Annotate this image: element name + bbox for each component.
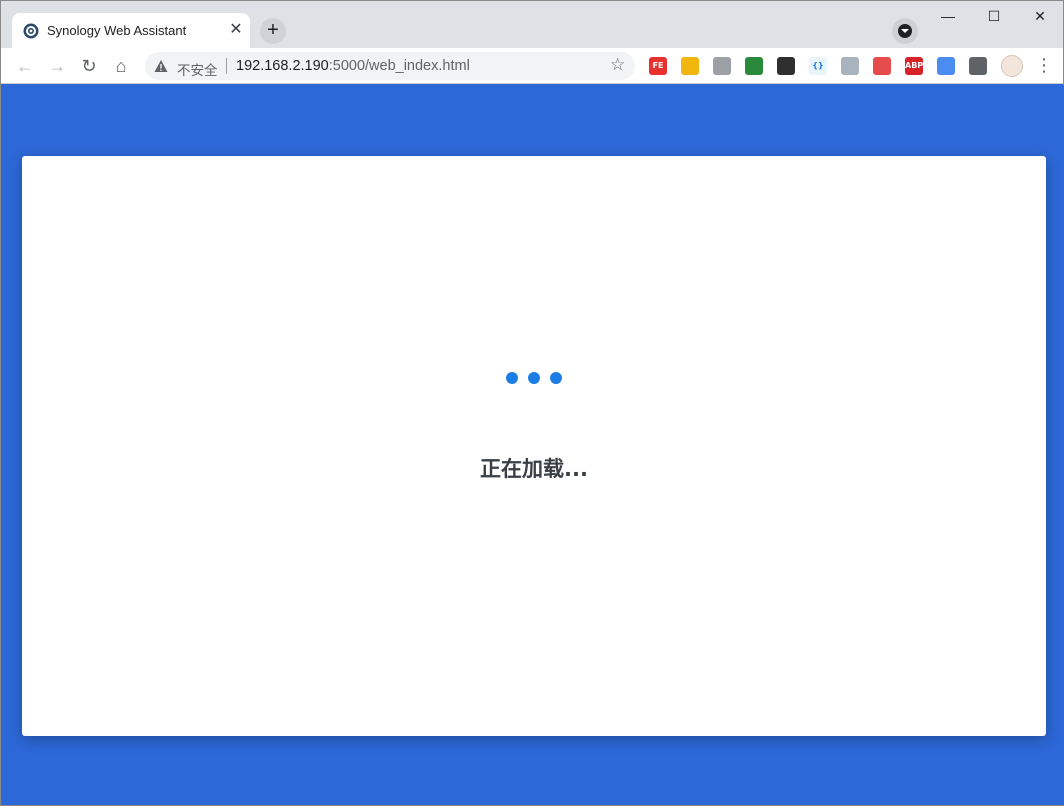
back-button[interactable]: ← — [13, 54, 37, 78]
close-window-button[interactable]: ✕ — [1017, 5, 1063, 27]
tab-search-button[interactable] — [892, 18, 918, 44]
loading-spinner — [506, 372, 566, 384]
chevron-down-icon — [898, 24, 912, 38]
image-extension[interactable] — [841, 57, 859, 75]
url-path: :5000/web_index.html — [328, 58, 470, 74]
bookmark-star-icon[interactable]: ☆ — [610, 55, 625, 75]
photo-red-extension[interactable] — [873, 57, 891, 75]
tampermonkey-cat-extension[interactable] — [681, 57, 699, 75]
json-extension[interactable]: {} — [809, 57, 827, 75]
loading-dot — [528, 372, 540, 384]
page-content: 正在加载... — [2, 85, 1064, 805]
globe-extension[interactable] — [745, 57, 763, 75]
home-button[interactable]: ⌂ — [109, 54, 133, 78]
loading-card: 正在加载... — [22, 156, 1046, 736]
forward-button[interactable]: → — [45, 54, 69, 78]
loading-text: 正在加载... — [480, 457, 588, 481]
new-tab-button[interactable]: + — [260, 18, 286, 44]
minimize-button[interactable]: — — [925, 5, 971, 27]
loading-dot — [550, 372, 562, 384]
close-tab-icon[interactable]: ✕ — [227, 21, 245, 39]
adblock-plus-extension[interactable]: ABP — [905, 57, 923, 75]
profile-avatar[interactable] — [1001, 55, 1023, 77]
tab-synology-web-assistant[interactable]: Synology Web Assistant ✕ — [12, 13, 250, 48]
url-text[interactable]: 192.168.2.190:5000/web_index.html — [236, 58, 470, 74]
loading-dot — [506, 372, 518, 384]
browser-menu-button[interactable]: ⋮ — [1035, 54, 1053, 78]
wheel-extension[interactable] — [713, 57, 731, 75]
synology-assistant-icon — [23, 23, 39, 39]
browser-window: Synology Web Assistant ✕ + — ☐ ✕ ← → ↻ ⌂… — [0, 0, 1064, 806]
fe-helper-extension[interactable]: FE — [649, 57, 667, 75]
tab-title: Synology Web Assistant — [47, 23, 187, 38]
browser-toolbar: ← → ↻ ⌂ 不安全 192.168.2.190:5000/web_index… — [1, 48, 1063, 84]
tampermonkey-extension[interactable] — [777, 57, 795, 75]
maximize-button[interactable]: ☐ — [971, 5, 1017, 27]
bird-extension[interactable] — [937, 57, 955, 75]
address-bar[interactable]: 不安全 192.168.2.190:5000/web_index.html ☆ — [145, 52, 635, 80]
tab-strip: Synology Web Assistant ✕ + — ☐ ✕ — [1, 1, 1063, 48]
puzzle-extension[interactable] — [969, 57, 987, 75]
reload-button[interactable]: ↻ — [77, 54, 101, 78]
divider — [226, 58, 227, 74]
warning-icon[interactable] — [154, 59, 168, 73]
security-label[interactable]: 不安全 — [177, 59, 218, 79]
url-host: 192.168.2.190 — [236, 58, 329, 74]
